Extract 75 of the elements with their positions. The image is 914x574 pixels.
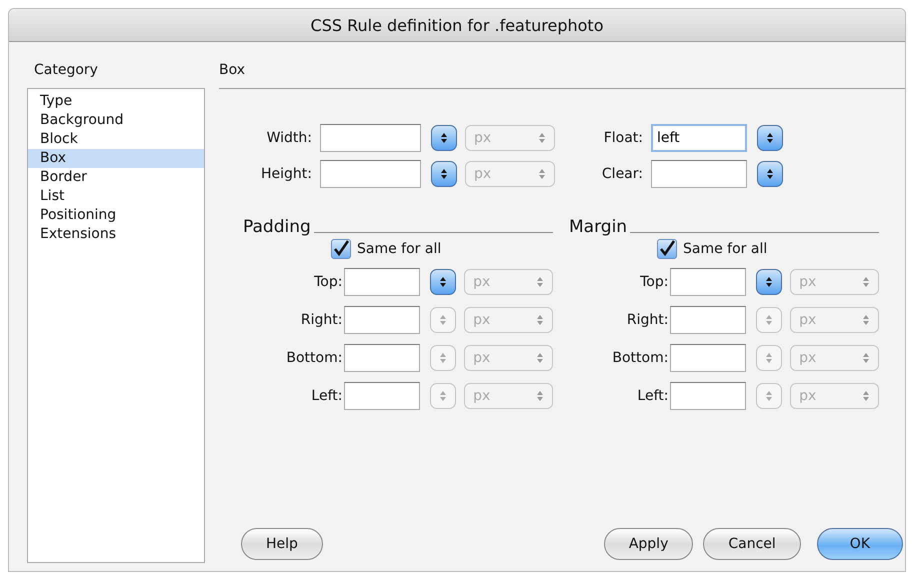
up-down-arrows-icon	[538, 168, 546, 180]
input-field[interactable]	[344, 306, 420, 334]
up-down-arrows-icon	[766, 132, 774, 144]
field-label: Right:	[300, 312, 342, 328]
group-title: Padding	[243, 217, 311, 237]
field-label: Top:	[313, 274, 342, 290]
up-down-arrows-icon	[536, 390, 544, 402]
stepper-button[interactable]	[431, 125, 457, 151]
input-field[interactable]	[670, 306, 746, 334]
up-down-arrows-icon	[862, 352, 870, 364]
input-field[interactable]	[670, 344, 746, 372]
checkmark-icon	[658, 240, 676, 258]
checkbox[interactable]	[657, 239, 677, 259]
input-field[interactable]	[670, 268, 746, 296]
checkmark-icon	[332, 240, 350, 258]
stepper-button[interactable]	[756, 269, 782, 295]
category-item[interactable]: Background	[28, 111, 204, 130]
up-down-arrows-icon	[862, 276, 870, 288]
up-down-arrows-icon	[536, 276, 544, 288]
category-item[interactable]: Extensions	[28, 225, 204, 244]
up-down-arrows-icon	[862, 390, 870, 402]
field-label: Width:	[266, 130, 312, 146]
field-label: Left:	[636, 388, 668, 404]
stepper-button[interactable]	[431, 161, 457, 187]
stepper-button[interactable]	[430, 269, 456, 295]
up-down-arrows-icon	[765, 314, 774, 326]
field-label: Left:	[310, 388, 342, 404]
window-title: CSS Rule definition for .featurephoto	[310, 16, 604, 34]
category-item[interactable]: Positioning	[28, 206, 204, 225]
dialog-button[interactable]: OK	[816, 528, 903, 560]
input-field[interactable]	[670, 382, 746, 410]
dialog-button[interactable]: Help	[241, 528, 323, 560]
up-down-arrows-icon	[862, 314, 870, 326]
up-down-arrows-icon	[440, 168, 448, 180]
input-field[interactable]	[344, 382, 420, 410]
field-label: Bottom:	[285, 350, 342, 366]
up-down-arrows-icon	[440, 132, 448, 144]
category-item[interactable]: Block	[28, 130, 204, 149]
dialog-button[interactable]: Apply	[604, 528, 694, 560]
up-down-arrows-icon	[536, 314, 544, 326]
up-down-arrows-icon	[536, 352, 544, 364]
input-field[interactable]	[320, 160, 421, 188]
checkbox[interactable]	[331, 239, 351, 259]
input-field[interactable]	[344, 344, 420, 372]
panel-title: Box	[219, 62, 246, 80]
input-field[interactable]	[320, 124, 421, 152]
dialog-button[interactable]: Cancel	[703, 528, 801, 560]
field-label: Height:	[260, 166, 312, 182]
input-field[interactable]: left	[651, 124, 747, 152]
field-label: Right:	[626, 312, 668, 328]
field-label: Clear:	[600, 166, 643, 182]
field-label: Float:	[602, 130, 643, 146]
category-item[interactable]: List	[28, 187, 204, 206]
up-down-arrows-icon	[439, 314, 448, 326]
group-title: Margin	[569, 217, 628, 237]
up-down-arrows-icon	[765, 276, 774, 288]
checkbox-label: Same for all	[357, 241, 442, 257]
up-down-arrows-icon	[538, 132, 546, 144]
stepper-button[interactable]	[757, 125, 783, 151]
stepper-button[interactable]	[757, 161, 783, 187]
up-down-arrows-icon	[765, 390, 774, 402]
category-item[interactable]: Type	[28, 92, 204, 111]
up-down-arrows-icon	[766, 168, 774, 180]
up-down-arrows-icon	[439, 352, 448, 364]
category-item[interactable]: Box	[28, 149, 204, 168]
field-label: Top:	[639, 274, 668, 290]
field-label: Bottom:	[611, 350, 668, 366]
category-heading: Category	[34, 62, 99, 80]
category-item[interactable]: Border	[28, 168, 204, 187]
up-down-arrows-icon	[439, 390, 448, 402]
input-field[interactable]	[651, 160, 747, 188]
checkbox-label: Same for all	[683, 241, 768, 257]
up-down-arrows-icon	[765, 352, 774, 364]
up-down-arrows-icon	[439, 276, 448, 288]
input-field[interactable]	[344, 268, 420, 296]
